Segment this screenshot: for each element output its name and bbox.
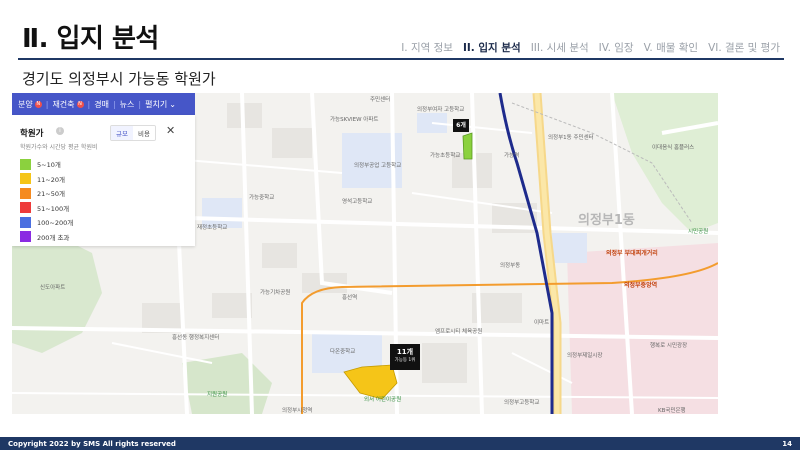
page-title: Ⅱ. 입지 분석 — [22, 24, 159, 54]
new-badge: N — [76, 100, 84, 108]
nav-item-listing-check[interactable]: V. 매물 확인 — [644, 40, 698, 55]
map-label: 재정초등학교 — [197, 225, 228, 231]
chevron-down-icon: ⌄ — [169, 99, 176, 109]
map-label: 지원공원 — [207, 392, 228, 398]
toolbar-presale-button[interactable]: 분양 N — [18, 99, 42, 110]
academy-count-marker[interactable]: 6개 — [453, 119, 469, 132]
map-label: 의정부1동 — [578, 213, 635, 228]
map-label: 엠프로시티 체육공원 — [435, 329, 483, 335]
new-badge: N — [34, 100, 42, 108]
toolbar-label: 재건축 — [52, 99, 75, 109]
legend-swatch — [20, 231, 31, 243]
map-label: 의정부공업 고등학교 — [354, 163, 402, 169]
legend-title: 학원가 — [20, 129, 44, 139]
map-label: 행복로 시민광장 — [650, 343, 688, 349]
map-label: 가능역 — [504, 153, 520, 159]
legend-item: 51~100개 — [20, 201, 73, 216]
map-toolbar: 분양 N | 재건축 N | 경매 | 뉴스 | 펼치기 ⌄ — [12, 93, 195, 115]
toolbar-redevelopment-button[interactable]: 재건축 N — [52, 99, 84, 110]
page-number: 14 — [782, 439, 792, 448]
map-label: 이마트 — [534, 320, 550, 326]
legend-label: 51~100개 — [37, 204, 70, 213]
close-icon[interactable]: ✕ — [166, 124, 175, 137]
map-label: 다온중학교 — [330, 349, 356, 355]
toolbar-divider: | — [45, 99, 49, 109]
legend-label: 200개 초과 — [37, 233, 70, 242]
map-label: 의정부 부대찌개거리 — [606, 250, 658, 257]
map-label: 의정부중앙역 — [624, 282, 658, 289]
marker-rank: 가능동 1위 — [394, 358, 416, 363]
header-divider — [18, 58, 784, 60]
legend-label: 5~10개 — [37, 161, 61, 170]
toolbar-divider: | — [112, 99, 116, 109]
map-label: 영석고등학교 — [342, 199, 373, 205]
legend-swatch — [20, 187, 31, 199]
toolbar-label: 분양 — [18, 99, 33, 109]
nav-item-location-analysis[interactable]: II. 입지 분석 — [463, 40, 521, 55]
marker-count: 11개 — [396, 348, 414, 356]
map-label: 흥선역 — [342, 295, 358, 301]
map-label: 흥선동 행정복지센터 — [172, 335, 220, 341]
map-view[interactable]: 주민센터 가능SKVIEW 아파트 의정부여자 고등학교 가능초등학교 가능역 … — [12, 93, 718, 414]
scale-cost-toggle: 규모 비용 — [110, 125, 156, 141]
toolbar-label: 경매 — [94, 99, 109, 109]
legend-label: 100~200개 — [37, 219, 74, 228]
legend-label: 11~20개 — [37, 175, 65, 184]
map-label: 신도아파트 — [40, 285, 66, 291]
nav-item-conclusion[interactable]: VI. 결론 및 평가 — [708, 40, 780, 55]
legend-swatch — [20, 158, 31, 170]
toolbar-expand-button[interactable]: 펼치기 ⌄ — [145, 99, 176, 110]
legend-swatch — [20, 202, 31, 214]
legend-item: 200개 초과 — [20, 230, 73, 245]
marker-count: 6개 — [456, 122, 466, 129]
map-label: 의정부제일시장 — [567, 353, 603, 359]
section-nav: I. 지역 정보 II. 입지 분석 III. 시세 분석 IV. 임장 V. … — [401, 40, 780, 55]
map-label: 가능중학교 — [249, 195, 275, 201]
legend-list: 5~10개 11~20개 21~50개 51~100개 100~200개 200… — [20, 157, 73, 244]
map-label: 주민센터 — [370, 97, 391, 103]
toggle-scale[interactable]: 규모 — [111, 126, 133, 140]
legend-swatch — [20, 216, 31, 228]
legend-item: 11~20개 — [20, 172, 73, 187]
nav-item-price-analysis[interactable]: III. 시세 분석 — [531, 40, 589, 55]
toggle-cost[interactable]: 비용 — [132, 126, 155, 140]
map-label: 시민공원 — [688, 229, 709, 235]
page-subtitle: 경기도 의정부시 가능동 학원가 — [22, 70, 216, 88]
toolbar-news-button[interactable]: 뉴스 — [120, 99, 135, 110]
nav-item-region-info[interactable]: I. 지역 정보 — [401, 40, 453, 55]
academy-legend-panel: 학원가 i 규모 비용 ✕ 학원가수와 시간당 평균 학원비 5~10개 11~… — [12, 115, 195, 246]
legend-swatch — [20, 173, 31, 185]
toolbar-label: 뉴스 — [119, 99, 135, 109]
map-label: 의정부고등학교 — [504, 400, 540, 406]
map-label: KB국민은행 — [658, 408, 686, 414]
toolbar-auction-button[interactable]: 경매 — [94, 99, 109, 110]
map-label: 가능초등학교 — [430, 153, 461, 159]
copyright-text: Copyright 2022 by SMS All rights reserve… — [8, 439, 176, 448]
map-label: 가능기차공원 — [260, 290, 291, 296]
map-label: 의정부여자 고등학교 — [417, 107, 465, 113]
nav-item-site-visit[interactable]: IV. 임장 — [599, 40, 634, 55]
legend-label: 21~50개 — [37, 190, 65, 199]
academy-count-marker[interactable]: 11개 가능동 1위 — [390, 344, 420, 370]
map-label: 의정부1동 주민센터 — [548, 135, 594, 141]
map-label: 이대음식 홈플러스 — [652, 145, 695, 151]
toolbar-divider: | — [87, 99, 91, 109]
map-label: 의정부시청역 — [282, 408, 313, 414]
legend-item: 5~10개 — [20, 157, 73, 172]
legend-item: 21~50개 — [20, 186, 73, 201]
toolbar-label: 펼치기 — [145, 99, 168, 109]
footer-bar: Copyright 2022 by SMS All rights reserve… — [0, 437, 800, 450]
info-icon[interactable]: i — [56, 127, 64, 135]
legend-description: 학원가수와 시간당 평균 학원비 — [20, 144, 98, 151]
map-label: 가능SKVIEW 아파트 — [330, 117, 379, 123]
toolbar-divider: | — [138, 99, 142, 109]
map-label: 의정부동 — [500, 263, 521, 269]
map-label: 외서 어린이공원 — [364, 397, 402, 403]
legend-item: 100~200개 — [20, 215, 73, 230]
